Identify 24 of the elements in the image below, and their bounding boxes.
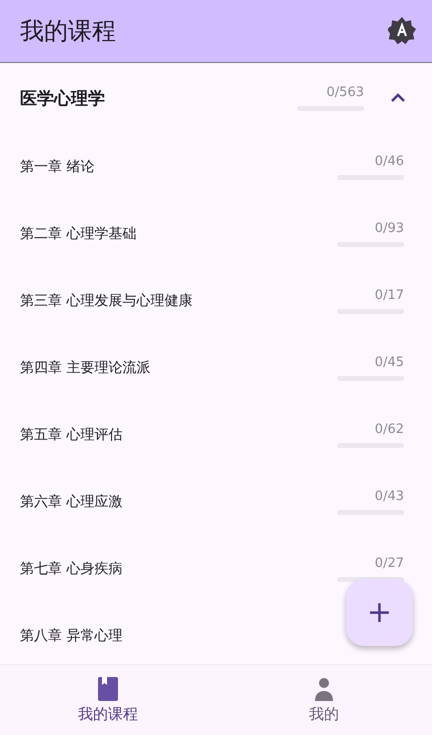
chapter-title[interactable]: 第三章 心理发展与心理健康: [20, 292, 192, 310]
chapter-title[interactable]: 第二章 心理学基础: [20, 224, 136, 242]
chapter-title[interactable]: 第八章 异常心理: [20, 626, 122, 644]
app-title: 我的课程: [20, 16, 116, 47]
chapter-title[interactable]: 第一章 绪论: [20, 158, 94, 176]
nav-tab[interactable]: 我的: [216, 665, 432, 735]
theme-badge-icon[interactable]: [388, 17, 416, 45]
nav-tab[interactable]: 我的课程: [0, 665, 216, 735]
add-button[interactable]: +: [346, 579, 413, 646]
progress-count: 0/62: [374, 422, 404, 436]
chapter-title[interactable]: 第七章 心身疾病: [20, 560, 122, 578]
progress-count: 0/17: [374, 288, 404, 302]
progress-count: 0/43: [374, 488, 404, 504]
progress-count: 0/46: [374, 154, 404, 168]
chapter-title[interactable]: 第六章 心理应激: [20, 492, 122, 510]
chapter-title[interactable]: 第四章 主要理论流派: [20, 358, 150, 376]
person-icon: [314, 676, 334, 700]
progress-count: 0/27: [374, 556, 404, 570]
progress-count: 0/93: [374, 220, 404, 236]
chapter-title[interactable]: 第五章 心理评估: [20, 426, 122, 444]
course-name: 医学心理学: [20, 88, 106, 110]
book-icon: [98, 676, 118, 700]
progress-count: 0/45: [374, 354, 404, 370]
progress-count: 0/563: [326, 85, 364, 100]
